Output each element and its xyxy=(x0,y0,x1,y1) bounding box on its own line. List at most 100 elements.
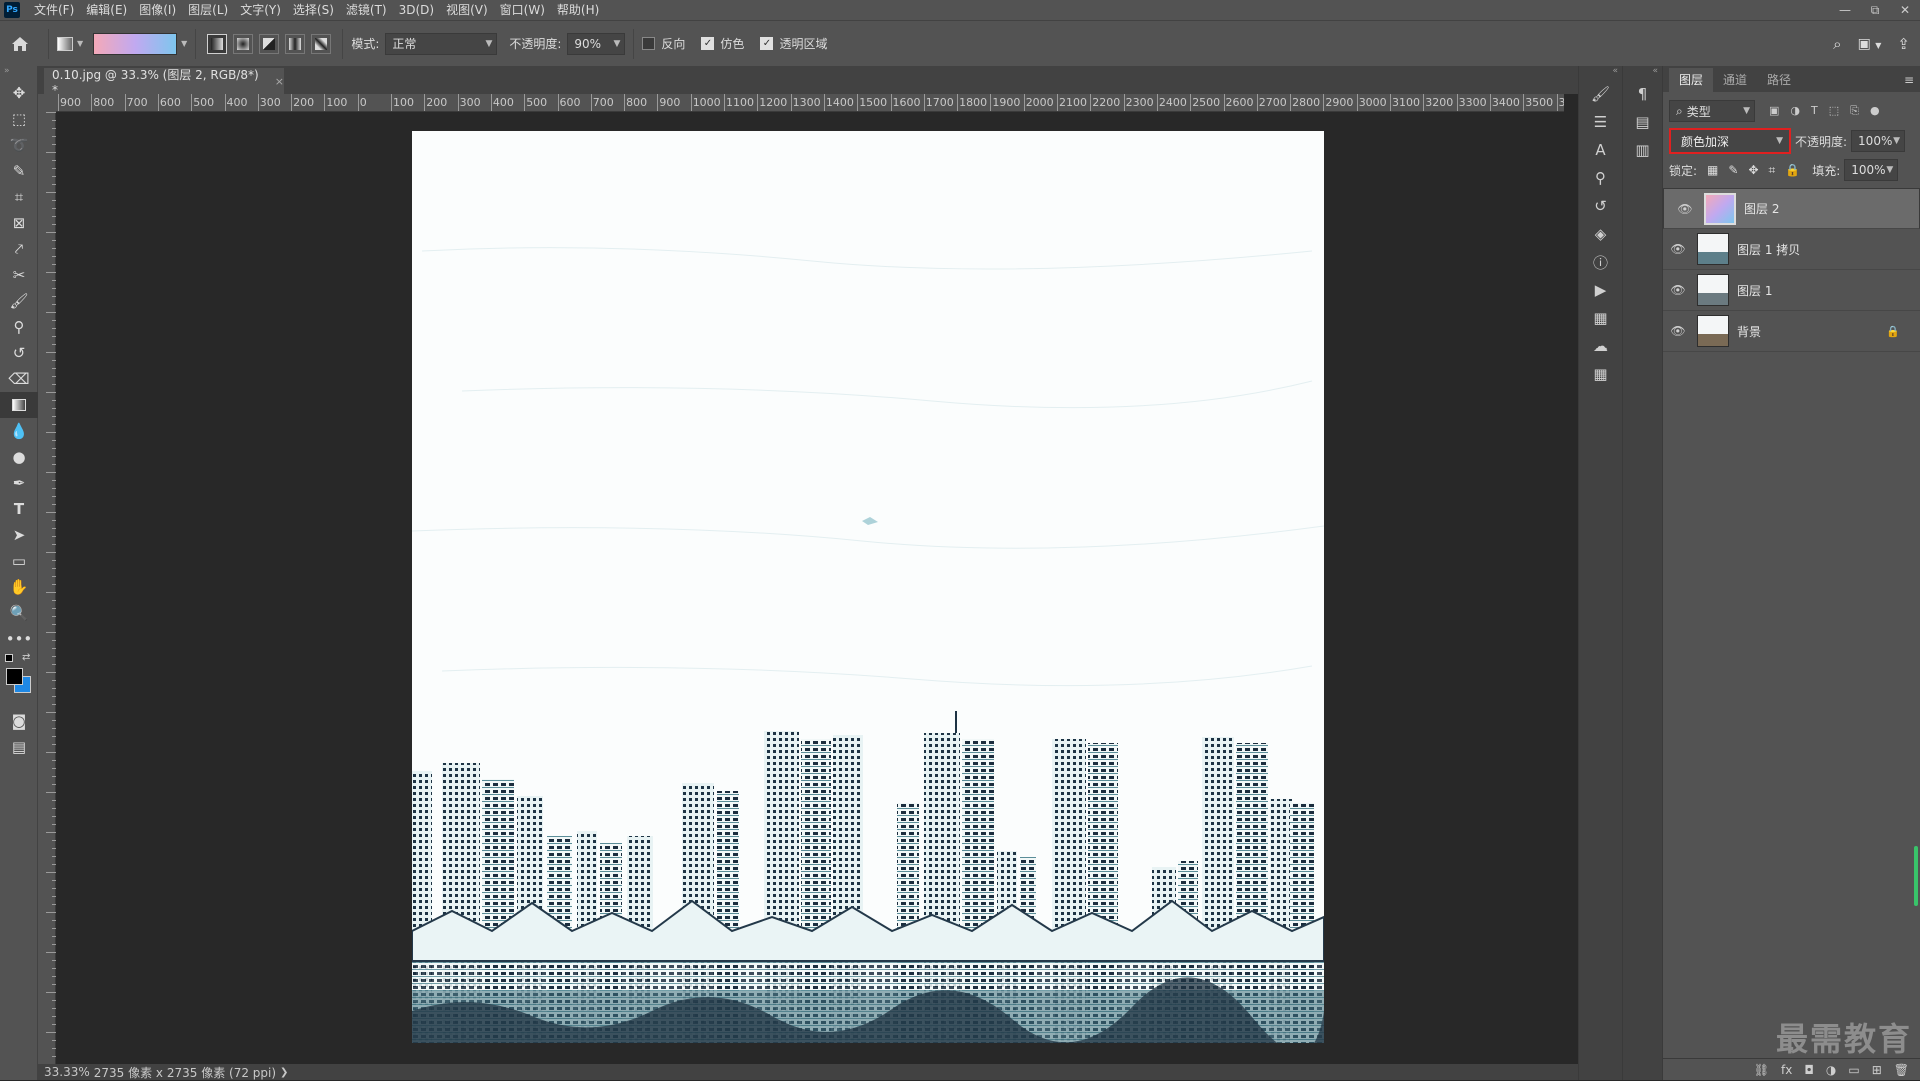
clone-source-icon[interactable]: ⚲ xyxy=(1579,164,1622,192)
type-tool-icon[interactable]: T xyxy=(0,496,38,522)
layer-name[interactable]: 图层 2 xyxy=(1744,200,1779,217)
properties-icon[interactable]: ▤ xyxy=(1623,108,1662,136)
zoom-tool-icon[interactable]: 🔍 xyxy=(0,600,38,626)
menu-view[interactable]: 视图(V) xyxy=(440,0,494,20)
path-select-tool-icon[interactable]: ➤ xyxy=(0,522,38,548)
menu-edit[interactable]: 编辑(E) xyxy=(80,0,133,20)
color-icon[interactable]: ◈ xyxy=(1579,220,1622,248)
pen-tool-icon[interactable]: ✒ xyxy=(0,470,38,496)
share-icon[interactable]: ⇪ xyxy=(1897,35,1910,53)
color-swatches[interactable]: ⇄ xyxy=(0,652,37,708)
linear-gradient-button[interactable] xyxy=(207,33,228,54)
menu-3d[interactable]: 3D(D) xyxy=(393,0,440,20)
brush-settings-icon[interactable]: 🖌 xyxy=(1579,80,1622,108)
healing-brush-tool-icon[interactable]: ✂ xyxy=(0,262,38,288)
layer-row[interactable]: 👁 图层 1 xyxy=(1663,270,1920,311)
visibility-eye-icon[interactable]: 👁 xyxy=(1670,202,1700,216)
crop-tool-icon[interactable]: ⌗ xyxy=(0,184,38,210)
panel-scrollbar[interactable] xyxy=(1914,846,1918,906)
fill-input[interactable]: 100% ▼ xyxy=(1844,159,1899,181)
filter-smart-object-icon[interactable]: ⎘ xyxy=(1850,104,1859,118)
minimize-button[interactable]: — xyxy=(1830,0,1860,20)
close-tab-icon[interactable]: × xyxy=(275,75,284,88)
home-icon[interactable] xyxy=(0,36,40,52)
filter-shape-icon[interactable]: ⬚ xyxy=(1829,104,1839,118)
opacity-input[interactable]: 90% ▼ xyxy=(567,32,626,55)
lock-transparent-icon[interactable]: ▦ xyxy=(1707,163,1718,177)
gradient-preview[interactable] xyxy=(93,32,178,55)
chevron-down-icon[interactable]: ▼ xyxy=(181,39,187,48)
document-canvas[interactable] xyxy=(412,131,1324,1043)
tab-layers[interactable]: 图层 xyxy=(1669,68,1714,92)
clone-stamp-tool-icon[interactable]: ⚲ xyxy=(0,314,38,340)
info-icon[interactable]: ⓘ xyxy=(1579,248,1622,276)
visibility-eye-icon[interactable]: 👁 xyxy=(1663,242,1693,256)
eraser-tool-icon[interactable]: ⌫ xyxy=(0,366,38,392)
lock-position-icon[interactable]: ✥ xyxy=(1748,163,1758,177)
restore-button[interactable]: ⧉ xyxy=(1860,0,1890,20)
new-layer-icon[interactable]: ⊞ xyxy=(1872,1063,1882,1077)
default-colors-icon[interactable] xyxy=(5,654,13,662)
blur-tool-icon[interactable]: 💧 xyxy=(0,418,38,444)
gradient-tool-icon[interactable] xyxy=(0,392,38,418)
screen-mode-icon[interactable]: ▤ xyxy=(0,734,38,760)
document-tab[interactable]: 0.10.jpg @ 33.3% (图层 2, RGB/8*) * × xyxy=(44,68,284,97)
collapse-icon[interactable]: « xyxy=(1579,66,1622,80)
radial-gradient-button[interactable] xyxy=(233,33,254,54)
marquee-tool-icon[interactable]: ⬚ xyxy=(0,106,38,132)
menu-filter[interactable]: 滤镜(T) xyxy=(340,0,393,20)
layer-row[interactable]: 👁 图层 1 拷贝 xyxy=(1663,229,1920,270)
brush-tool-icon[interactable]: 🖌 xyxy=(0,288,38,314)
eyedropper-tool-icon[interactable]: ⤤ xyxy=(0,236,38,262)
notes-icon[interactable]: ▥ xyxy=(1623,136,1662,164)
table-icon[interactable]: ▦ xyxy=(1579,360,1622,388)
reflected-gradient-button[interactable] xyxy=(285,33,306,54)
blend-mode-select[interactable]: 颜色加深 ▼ xyxy=(1669,128,1791,154)
swatches-icon[interactable]: ▦ xyxy=(1579,304,1622,332)
adjustment-layer-icon[interactable]: ◑ xyxy=(1826,1063,1836,1077)
menu-window[interactable]: 窗口(W) xyxy=(494,0,551,20)
rectangle-tool-icon[interactable]: ▭ xyxy=(0,548,38,574)
new-group-icon[interactable]: ▭ xyxy=(1848,1063,1859,1077)
tab-channels[interactable]: 通道 xyxy=(1713,68,1757,92)
layer-row[interactable]: 👁 背景 🔒 xyxy=(1663,311,1920,352)
foreground-color-swatch[interactable] xyxy=(6,668,23,685)
layer-name[interactable]: 图层 1 xyxy=(1737,282,1772,299)
menu-layer[interactable]: 图层(L) xyxy=(182,0,234,20)
adjustments-icon[interactable]: ☰ xyxy=(1579,108,1622,136)
filter-toggle-icon[interactable]: ● xyxy=(1870,104,1880,118)
close-button[interactable]: ✕ xyxy=(1890,0,1920,20)
canvas-area[interactable] xyxy=(56,112,1564,1064)
menu-type[interactable]: 文字(Y) xyxy=(234,0,287,20)
tab-paths[interactable]: 路径 xyxy=(1757,68,1801,92)
3d-icon[interactable]: ☁ xyxy=(1579,332,1622,360)
history-brush-tool-icon[interactable]: ↺ xyxy=(0,340,38,366)
dodge-tool-icon[interactable]: ● xyxy=(0,444,38,470)
filter-pixel-icon[interactable]: ▣ xyxy=(1769,104,1779,118)
character-icon[interactable]: A xyxy=(1579,136,1622,164)
layer-name[interactable]: 图层 1 拷贝 xyxy=(1737,241,1800,258)
document-info[interactable]: 2735 像素 x 2735 像素 (72 ppi) xyxy=(94,1064,276,1081)
workspace-icon[interactable]: ▣ ▼ xyxy=(1858,36,1882,52)
lock-artboard-icon[interactable]: ⌗ xyxy=(1769,163,1776,178)
fx-icon[interactable]: fx xyxy=(1781,1063,1792,1077)
lock-pixels-icon[interactable]: ✎ xyxy=(1728,163,1738,177)
angle-gradient-button[interactable] xyxy=(259,33,280,54)
collapse-icon[interactable]: » xyxy=(0,66,37,80)
menu-image[interactable]: 图像(I) xyxy=(133,0,182,20)
layer-row[interactable]: 👁 图层 2 xyxy=(1663,188,1920,229)
chevron-right-icon[interactable]: ❯ xyxy=(280,1067,288,1078)
zoom-level[interactable]: 33.33% xyxy=(44,1065,90,1079)
hand-tool-icon[interactable]: ✋ xyxy=(0,574,38,600)
filter-adjustment-icon[interactable]: ◑ xyxy=(1790,104,1800,118)
more-tools-icon[interactable]: ••• xyxy=(0,626,38,652)
menu-help[interactable]: 帮助(H) xyxy=(551,0,605,20)
dither-checkbox[interactable]: ✓ xyxy=(701,37,715,50)
paragraph-icon[interactable]: ¶ xyxy=(1623,80,1662,108)
panel-menu-icon[interactable]: ≡ xyxy=(1904,68,1914,92)
reverse-checkbox[interactable] xyxy=(642,37,656,50)
collapse-icon[interactable]: « xyxy=(1623,66,1662,80)
visibility-eye-icon[interactable]: 👁 xyxy=(1663,283,1693,297)
filter-type-icon[interactable]: T xyxy=(1811,104,1818,118)
actions-play-icon[interactable]: ▶ xyxy=(1579,276,1622,304)
